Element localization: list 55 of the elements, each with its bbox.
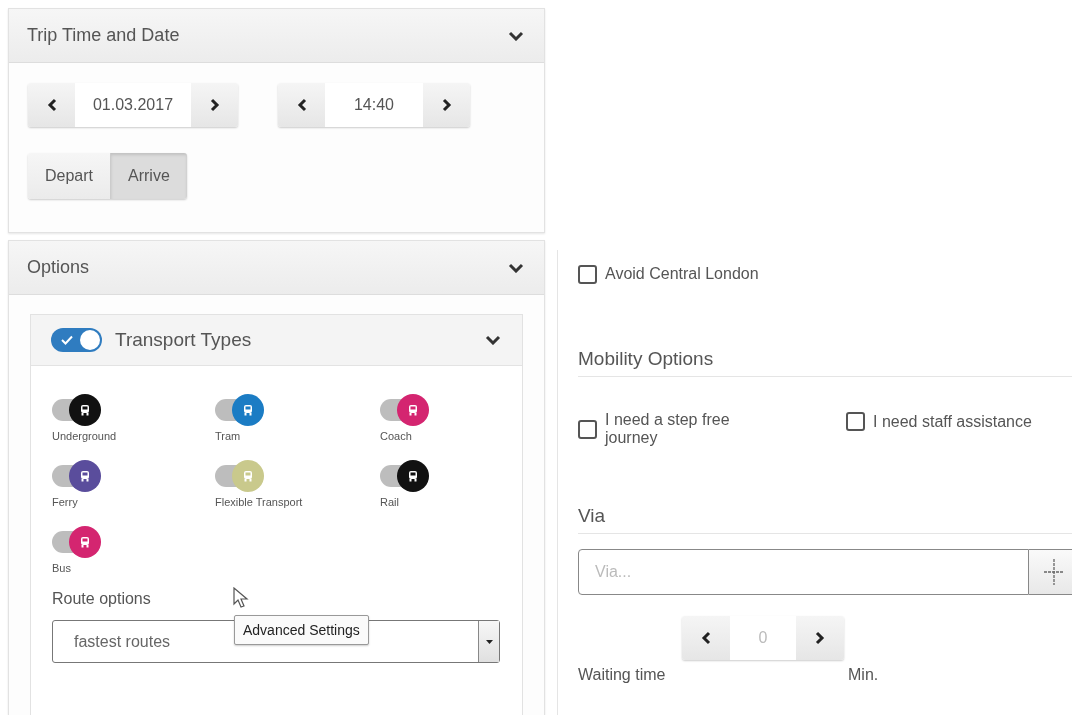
checkbox-label: I need a step free journey <box>605 411 731 447</box>
transport-label: Bus <box>52 562 72 574</box>
unit-label: Min. <box>848 666 879 684</box>
checkbox[interactable] <box>578 265 597 284</box>
field-label: Route options <box>52 590 151 608</box>
checkbox-label: Avoid Central London <box>605 265 759 283</box>
chevron-left-icon <box>296 98 307 112</box>
toggle-switch[interactable] <box>51 328 102 352</box>
section-heading: Mobility Options <box>578 348 1072 377</box>
crosshair-icon <box>1042 557 1065 587</box>
transport-toggle[interactable] <box>380 394 430 426</box>
chevron-right-icon <box>815 631 825 645</box>
chevron-down-icon[interactable] <box>508 30 524 41</box>
previous-button[interactable] <box>28 83 75 127</box>
transport-label: Underground <box>52 430 118 442</box>
chevron-right-icon <box>209 98 220 112</box>
checkbox-label: I need staff assistance <box>873 412 1032 431</box>
chevron-down-icon[interactable] <box>508 262 524 273</box>
next-button[interactable] <box>796 616 844 660</box>
next-button[interactable] <box>423 83 470 127</box>
chevron-right-icon <box>441 98 452 112</box>
transport-toggle[interactable] <box>215 394 265 426</box>
previous-button[interactable] <box>682 616 730 660</box>
chevron-left-icon <box>46 98 57 112</box>
transport-label: Coach <box>380 430 413 442</box>
transport-toggle[interactable] <box>52 526 102 558</box>
checkbox[interactable] <box>578 419 597 439</box>
mode-tab[interactable]: Depart <box>28 153 111 199</box>
check-icon <box>61 335 73 345</box>
card-title: Transport Types <box>115 329 252 351</box>
next-button[interactable] <box>191 83 238 127</box>
transport-label: Ferry <box>52 496 79 508</box>
via-field[interactable]: Via... <box>578 549 1029 595</box>
panel-title: Trip Time and Date <box>27 25 180 46</box>
transport-label: Flexible Transport <box>215 496 304 508</box>
time-field[interactable]: 14:40 <box>325 83 423 127</box>
chevron-left-icon <box>701 631 711 645</box>
panel-title: Options <box>27 257 90 278</box>
mode-tab[interactable]: Arrive <box>110 153 187 199</box>
checkbox[interactable] <box>846 412 865 431</box>
tooltip: Advanced Settings <box>234 615 369 645</box>
date-field[interactable]: 01.03.2017 <box>75 83 191 127</box>
caret-icon <box>485 639 493 644</box>
transport-toggle[interactable] <box>52 394 102 426</box>
field-label: Waiting time <box>578 666 667 684</box>
transport-toggle[interactable] <box>215 460 265 492</box>
chevron-down-icon[interactable] <box>485 335 501 345</box>
transport-label: Tram <box>215 430 242 442</box>
transport-toggle[interactable] <box>52 460 102 492</box>
previous-button[interactable] <box>278 83 325 127</box>
transport-toggle[interactable] <box>380 460 430 492</box>
section-heading: Via <box>578 505 1072 534</box>
crosshair-button[interactable] <box>1029 549 1072 595</box>
transport-label: Rail <box>380 496 400 508</box>
pointer-icon <box>233 587 249 609</box>
